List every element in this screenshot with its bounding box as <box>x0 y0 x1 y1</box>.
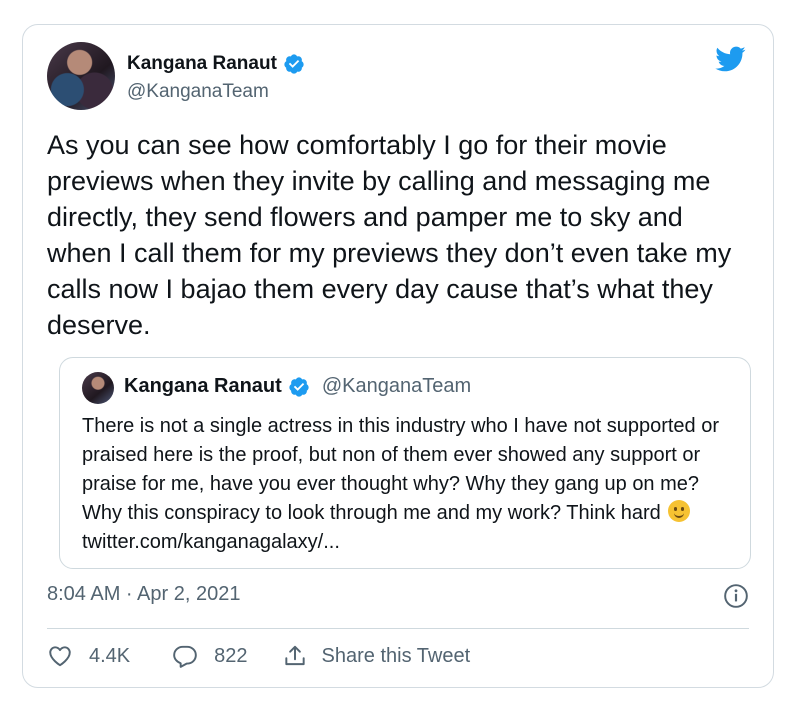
tweet-card: Kangana Ranaut @KanganaTeam As you can s… <box>22 24 774 688</box>
heart-icon <box>49 646 71 667</box>
quoted-author-handle: @KanganaTeam <box>321 375 472 397</box>
like-count: 4.4K <box>89 644 131 667</box>
tweet-text: As you can see how comfortably I go for … <box>47 130 732 340</box>
quoted-text-body: There is not a single actress in this in… <box>82 415 720 524</box>
reply-button[interactable]: 822 <box>172 643 248 669</box>
quoted-author-row: Kangana Ranaut @KanganaTeam <box>124 375 471 398</box>
verified-badge-icon <box>289 376 309 397</box>
twitter-bird-icon[interactable] <box>711 43 749 75</box>
share-button[interactable]: Share this Tweet <box>282 643 471 669</box>
action-bar: 4.4K 822 Share this Tweet <box>47 643 470 669</box>
divider <box>47 628 749 629</box>
like-button[interactable]: 4.4K <box>47 643 130 669</box>
author-handle[interactable]: @KanganaTeam <box>127 81 269 103</box>
quoted-link[interactable]: twitter.com/kanganagalaxy/... <box>82 531 340 553</box>
quoted-tweet-text: There is not a single actress in this in… <box>82 412 742 557</box>
quoted-author-name: Kangana Ranaut <box>124 375 282 397</box>
reply-count: 822 <box>214 644 248 667</box>
reply-icon <box>173 645 197 668</box>
share-label: Share this Tweet <box>321 644 471 667</box>
author-name[interactable]: Kangana Ranaut <box>127 53 277 75</box>
smiley-emoji <box>668 500 691 522</box>
verified-badge-icon <box>284 54 304 74</box>
quoted-tweet[interactable]: Kangana Ranaut @KanganaTeam There is not… <box>59 357 751 569</box>
info-icon[interactable] <box>723 583 749 609</box>
author-name-row: Kangana Ranaut <box>127 53 305 75</box>
share-icon <box>284 645 305 666</box>
quoted-author-avatar <box>82 372 114 404</box>
author-avatar[interactable] <box>47 42 115 110</box>
tweet-timestamp[interactable]: 8:04 AM · Apr 2, 2021 <box>47 583 240 606</box>
